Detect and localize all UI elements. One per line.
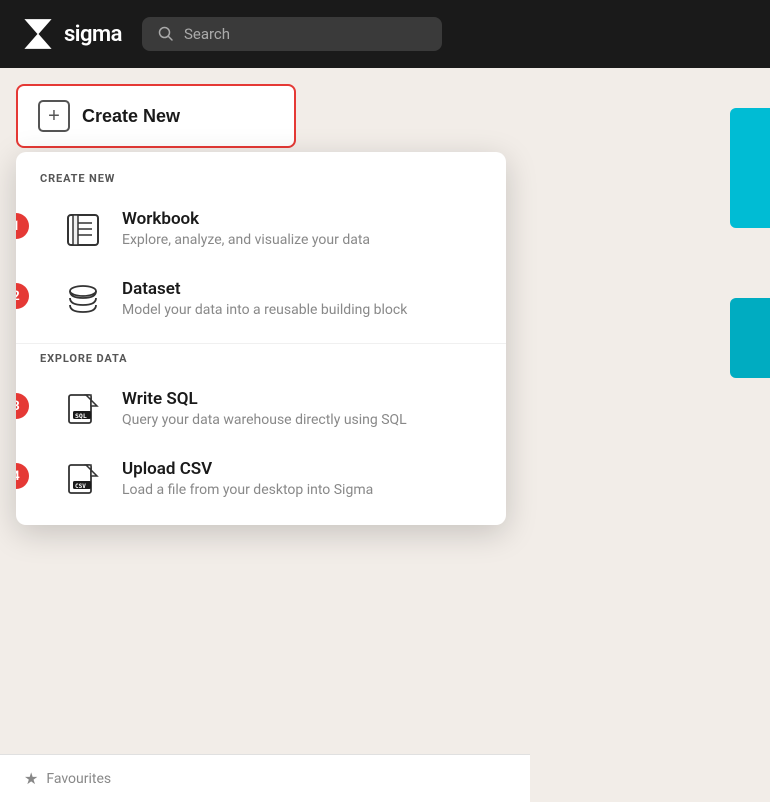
dataset-description: Model your data into a reusable building… <box>122 302 407 318</box>
footer-label: Favourites <box>46 771 111 787</box>
navbar: sigma Search <box>0 0 770 68</box>
item-badge-1: 1 <box>16 213 29 239</box>
section-label-create: CREATE NEW <box>16 172 506 195</box>
create-new-dropdown: CREATE NEW 1 Workbook <box>16 152 506 525</box>
upload-csv-menu-item[interactable]: CSV Upload CSV Load a file from your des… <box>36 445 506 515</box>
main-content: + Create New CREATE NEW 1 <box>0 68 770 802</box>
plus-icon: + <box>38 100 70 132</box>
dataset-item-wrapper: 2 Dataset Model your data into a reusabl… <box>16 265 506 335</box>
section-divider <box>16 343 506 344</box>
write-sql-item-wrapper: 3 SQL Write SQL Query your data warehous… <box>16 375 506 445</box>
sql-icon: SQL <box>60 387 106 433</box>
workbook-item-wrapper: 1 Workbook Explore, analyze, and <box>16 195 506 265</box>
svg-text:SQL: SQL <box>75 412 87 420</box>
write-sql-description: Query your data warehouse directly using… <box>122 412 407 428</box>
upload-csv-title: Upload CSV <box>122 459 373 479</box>
dataset-title: Dataset <box>122 279 407 299</box>
logo-area: sigma <box>20 16 122 52</box>
teal-shape-1 <box>730 108 770 228</box>
workbook-menu-item[interactable]: Workbook Explore, analyze, and visualize… <box>36 195 506 265</box>
create-new-label: Create New <box>82 106 180 127</box>
write-sql-text-group: Write SQL Query your data warehouse dire… <box>122 387 407 428</box>
search-icon <box>158 26 174 42</box>
right-panel <box>530 68 770 802</box>
upload-csv-text-group: Upload CSV Load a file from your desktop… <box>122 457 373 498</box>
item-badge-4: 4 <box>16 463 29 489</box>
write-sql-menu-item[interactable]: SQL Write SQL Query your data warehouse … <box>36 375 506 445</box>
workbook-icon <box>60 207 106 253</box>
sidebar-area: + Create New CREATE NEW 1 <box>0 68 530 802</box>
svg-text:CSV: CSV <box>75 483 86 490</box>
upload-csv-description: Load a file from your desktop into Sigma <box>122 482 373 498</box>
csv-icon: CSV <box>60 457 106 503</box>
upload-csv-item-wrapper: 4 CSV Upload CSV Load a file from your d… <box>16 445 506 515</box>
dataset-menu-item[interactable]: Dataset Model your data into a reusable … <box>36 265 506 335</box>
logo-text: sigma <box>64 22 122 47</box>
item-badge-3: 3 <box>16 393 29 419</box>
footer-hint: ★ Favourites <box>0 754 530 802</box>
workbook-description: Explore, analyze, and visualize your dat… <box>122 232 370 248</box>
workbook-title: Workbook <box>122 209 370 229</box>
teal-shape-2 <box>730 298 770 378</box>
sigma-logo-icon <box>20 16 56 52</box>
workbook-text-group: Workbook Explore, analyze, and visualize… <box>122 207 370 248</box>
create-new-button[interactable]: + Create New <box>16 84 296 148</box>
item-badge-2: 2 <box>16 283 29 309</box>
star-icon: ★ <box>24 769 38 788</box>
search-placeholder: Search <box>184 25 230 43</box>
write-sql-title: Write SQL <box>122 389 407 409</box>
dataset-icon <box>60 277 106 323</box>
dataset-text-group: Dataset Model your data into a reusable … <box>122 277 407 318</box>
section-label-explore: EXPLORE DATA <box>16 352 506 375</box>
search-bar[interactable]: Search <box>142 17 442 51</box>
